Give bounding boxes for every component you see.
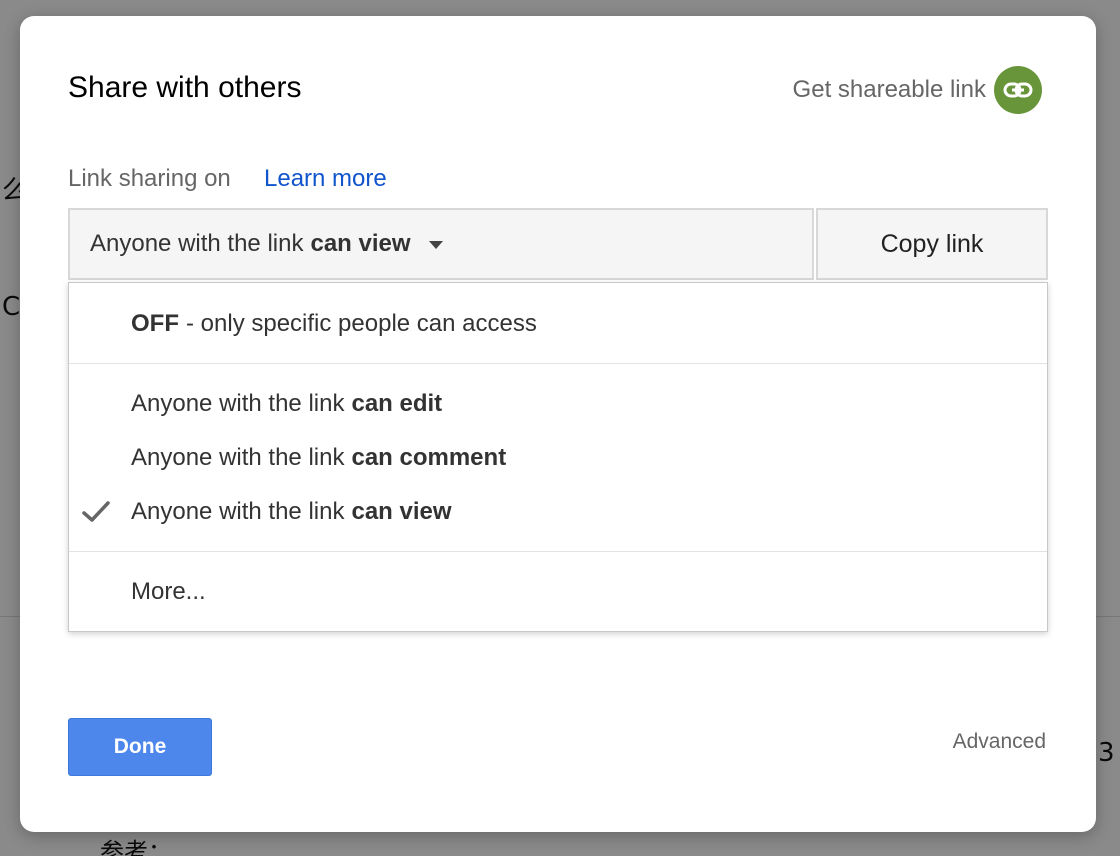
menu-item-off[interactable]: OFF - only specific people can access	[69, 297, 1047, 351]
access-level-dropdown[interactable]: Anyone with the link can view	[68, 208, 814, 280]
menu-item-can-view[interactable]: Anyone with the link can view	[69, 485, 1047, 539]
menu-item-permission: can comment	[351, 444, 507, 471]
access-options-menu: OFF - only specific people can access An…	[68, 282, 1048, 632]
access-permission: can view	[310, 230, 411, 257]
menu-item-can-edit[interactable]: Anyone with the link can edit	[69, 377, 1047, 431]
background-text-fragment: C	[2, 292, 21, 322]
link-icon[interactable]	[994, 66, 1042, 114]
access-prefix: Anyone with the link	[90, 230, 304, 257]
dialog-title: Share with others	[68, 71, 302, 104]
menu-item-permission: can view	[351, 498, 452, 525]
share-dialog: Share with others Get shareable link Lin…	[20, 16, 1096, 832]
menu-item-off-bold: OFF	[131, 310, 179, 337]
background-text-fragment: 参考：	[100, 838, 172, 856]
copy-link-button[interactable]: Copy link	[816, 208, 1048, 280]
get-shareable-link-label: Get shareable link	[792, 76, 986, 103]
background-text-fragment: 3	[1098, 738, 1115, 768]
link-sharing-status: Link sharing on	[68, 165, 231, 192]
menu-item-more[interactable]: More...	[69, 565, 1047, 619]
checkmark-icon	[82, 501, 110, 522]
menu-divider	[69, 363, 1047, 364]
menu-item-prefix: Anyone with the link	[131, 444, 345, 471]
menu-item-prefix: Anyone with the link	[131, 390, 345, 417]
learn-more-link[interactable]: Learn more	[264, 162, 387, 196]
menu-item-prefix: Anyone with the link	[131, 498, 345, 525]
menu-item-off-text: - only specific people can access	[186, 310, 537, 337]
done-button[interactable]: Done	[68, 718, 212, 776]
menu-item-permission: can edit	[351, 390, 443, 417]
advanced-link[interactable]: Advanced	[953, 730, 1046, 754]
get-shareable-link-button[interactable]: Get shareable link	[793, 66, 1042, 114]
caret-down-icon	[428, 241, 443, 249]
menu-divider	[69, 551, 1047, 552]
menu-item-can-comment[interactable]: Anyone with the link can comment	[69, 431, 1047, 485]
